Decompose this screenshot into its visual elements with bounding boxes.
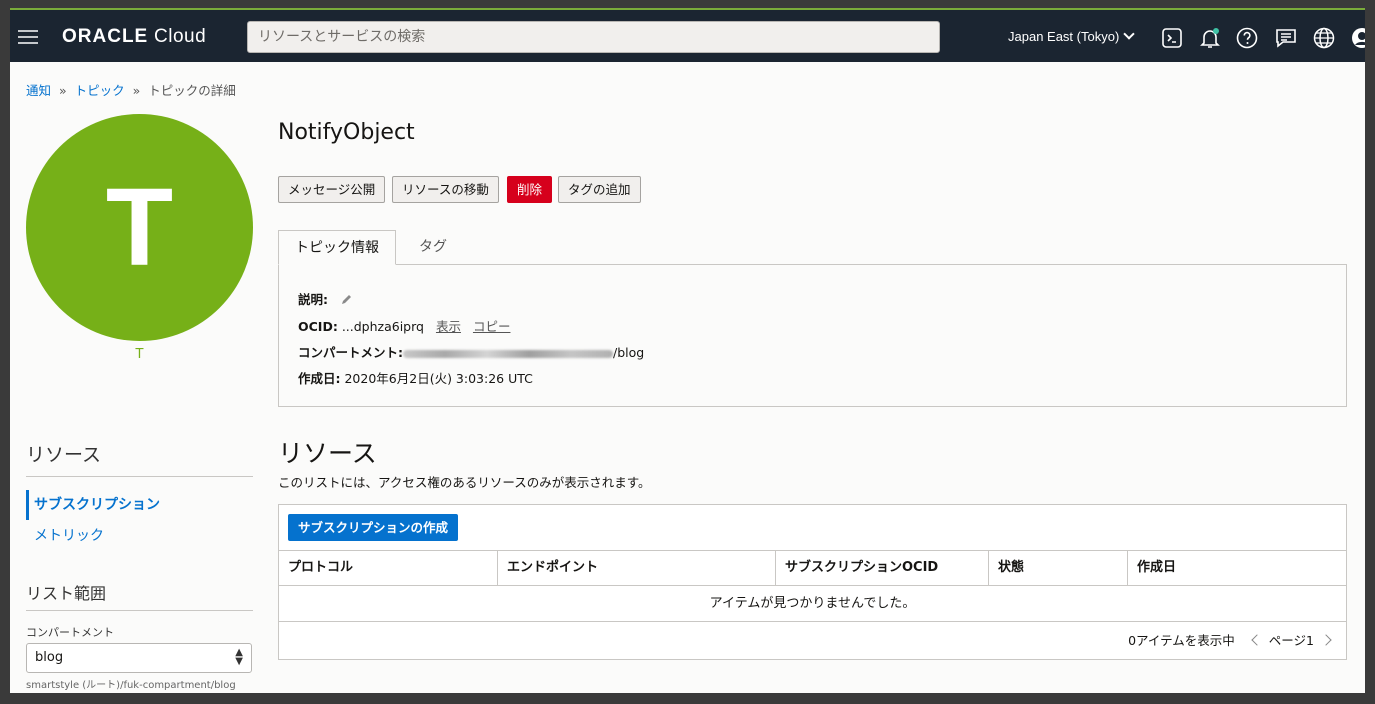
avatar-letter: T	[105, 166, 174, 289]
column-header-state[interactable]: 状態	[989, 551, 1128, 585]
ocid-label: OCID:	[298, 319, 338, 334]
tab-tags[interactable]: タグ	[403, 230, 463, 265]
created-value: 2020年6月2日(火) 3:03:26 UTC	[344, 371, 533, 386]
ocid-copy-link[interactable]: コピー	[473, 319, 511, 334]
breadcrumb-topics-link[interactable]: トピック	[75, 83, 125, 98]
console-window: ORACLE Cloud Japan East (Tokyo) 通知 » トピッ…	[10, 8, 1365, 693]
publish-message-button[interactable]: メッセージ公開	[278, 176, 386, 203]
sidebar-divider	[26, 476, 253, 477]
breadcrumb-separator: »	[59, 83, 67, 98]
compartment-row: コンパートメント: /blog	[298, 342, 644, 361]
resources-section-title: リソース	[278, 439, 377, 468]
help-icon[interactable]	[1235, 26, 1259, 50]
ocid-row: OCID: ...dphza6iprq 表示 コピー	[298, 316, 510, 335]
breadcrumb: 通知 » トピック » トピックの詳細	[26, 80, 236, 99]
page-title: NotifyObject	[278, 120, 415, 145]
column-header-endpoint[interactable]: エンドポイント	[498, 551, 776, 585]
compartment-info-label: コンパートメント:	[298, 345, 403, 360]
compartment-path: smartstyle (ルート)/fuk-compartment/blog	[26, 680, 236, 691]
edit-pencil-icon[interactable]	[340, 292, 354, 309]
table-empty-message: アイテムが見つかりませんでした。	[279, 586, 1346, 622]
previous-page-icon[interactable]	[1251, 633, 1263, 646]
pager-count: 0アイテムを表示中	[1128, 633, 1235, 648]
compartment-info-suffix: /blog	[613, 345, 645, 360]
user-profile-icon[interactable]	[1350, 26, 1365, 50]
sidebar-item-metrics[interactable]: メトリック	[26, 521, 253, 551]
delete-button[interactable]: 削除	[507, 176, 553, 203]
move-resource-button[interactable]: リソースの移動	[392, 176, 499, 203]
chat-icon[interactable]	[1274, 26, 1298, 50]
column-header-subscription-ocid[interactable]: サブスクリプションOCID	[776, 551, 989, 585]
cloud-shell-icon[interactable]	[1160, 26, 1184, 50]
select-updown-icon: ▲ ▼	[235, 647, 243, 667]
compartment-select[interactable]: blog ▲ ▼	[26, 643, 252, 673]
resources-section-subtitle: このリストには、アクセス権のあるリソースのみが表示されます。	[278, 475, 651, 490]
topic-avatar: T	[26, 114, 253, 341]
created-label: 作成日:	[298, 371, 341, 386]
pager-page: ページ1	[1268, 633, 1314, 648]
sidebar-scope-title: リスト範囲	[26, 584, 107, 603]
next-page-icon[interactable]	[1320, 633, 1332, 646]
top-navigation-bar: ORACLE Cloud Japan East (Tokyo)	[10, 8, 1365, 62]
subscriptions-table: サブスクリプションの作成 プロトコル エンドポイント サブスクリプションOCID…	[278, 504, 1347, 660]
redacted-compartment-path	[403, 349, 613, 358]
sidebar-divider	[26, 610, 253, 611]
description-row: 説明:	[298, 289, 354, 309]
search-input[interactable]	[247, 21, 940, 53]
ocid-show-link[interactable]: 表示	[436, 319, 461, 334]
topic-info-panel: 説明: OCID: ...dphza6iprq 表示 コピー コンパートメント:…	[278, 264, 1347, 407]
description-label: 説明:	[298, 292, 328, 307]
tab-topic-information[interactable]: トピック情報	[278, 230, 396, 265]
compartment-label: コンパートメント	[26, 626, 114, 639]
oracle-cloud-logo[interactable]: ORACLE Cloud	[62, 26, 206, 48]
create-subscription-button[interactable]: サブスクリプションの作成	[288, 514, 459, 541]
menu-icon[interactable]	[18, 30, 38, 44]
table-header: プロトコル エンドポイント サブスクリプションOCID 状態 作成日	[279, 550, 1346, 586]
notifications-bell-icon[interactable]	[1198, 26, 1222, 50]
chevron-down-icon	[1123, 28, 1135, 40]
add-tags-button[interactable]: タグの追加	[558, 176, 641, 203]
compartment-select-value: blog	[35, 650, 64, 665]
column-header-created[interactable]: 作成日	[1128, 551, 1346, 585]
sidebar-resources-title: リソース	[26, 444, 102, 466]
breadcrumb-separator: »	[132, 83, 141, 98]
breadcrumb-notifications-link[interactable]: 通知	[26, 83, 51, 98]
sidebar-item-subscriptions[interactable]: サブスクリプション	[26, 490, 253, 520]
created-row: 作成日: 2020年6月2日(火) 3:03:26 UTC	[298, 368, 533, 387]
table-pager: 0アイテムを表示中 ページ1	[1128, 630, 1338, 649]
region-label: Japan East (Tokyo)	[1008, 29, 1120, 44]
avatar-caption: T	[135, 347, 144, 362]
breadcrumb-current: トピックの詳細	[148, 83, 236, 98]
region-selector[interactable]: Japan East (Tokyo)	[1008, 28, 1135, 44]
ocid-value: ...dphza6iprq	[341, 319, 424, 334]
language-globe-icon[interactable]	[1312, 26, 1336, 50]
column-header-protocol[interactable]: プロトコル	[279, 551, 498, 585]
